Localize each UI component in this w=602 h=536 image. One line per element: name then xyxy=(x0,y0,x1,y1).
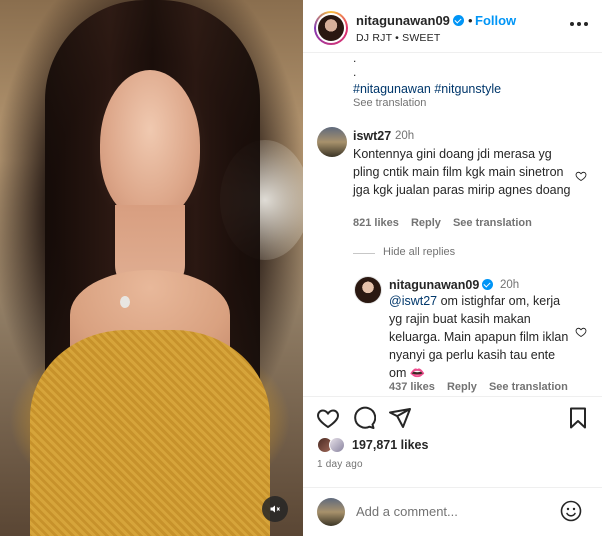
current-user-avatar xyxy=(317,498,345,526)
share-icon[interactable] xyxy=(388,406,412,430)
caption-see-translation[interactable]: See translation xyxy=(353,97,426,109)
comment-reply-button[interactable]: Reply xyxy=(411,217,441,229)
reply-see-translation[interactable]: See translation xyxy=(489,381,568,393)
hide-replies-button[interactable]: Hide all replies xyxy=(383,246,455,258)
comment-timestamp[interactable]: 20h xyxy=(395,130,414,142)
actions-divider xyxy=(303,396,602,397)
separator-dot: • xyxy=(468,13,473,28)
comment-like-heart-icon[interactable] xyxy=(575,170,587,182)
add-comment-input[interactable] xyxy=(356,501,546,521)
comment-like-count[interactable]: 821 likes xyxy=(353,217,399,229)
comment-text: Kontennya gini doang jdi merasa yg pling… xyxy=(353,147,571,197)
audio-track[interactable]: DJ RJT • SWEET xyxy=(356,32,440,44)
reply-username[interactable]: nitagunawan09 xyxy=(389,278,494,292)
comment-username[interactable]: iswt27 xyxy=(353,129,391,143)
post-video[interactable] xyxy=(0,0,303,536)
liker-avatar xyxy=(329,437,345,453)
verified-badge-icon xyxy=(452,15,464,26)
reply-author-avatar[interactable] xyxy=(354,276,382,304)
replies-divider xyxy=(353,253,375,254)
post-date[interactable]: 1 day ago xyxy=(317,459,363,470)
post-header: nitagunawan09 • Follow DJ RJT • SWEET xyxy=(303,0,602,52)
reply-text: @iswt27 om istighfar om, kerja yg rajin … xyxy=(389,294,569,380)
comment-see-translation[interactable]: See translation xyxy=(453,217,532,229)
comment-meta: 821 likes Reply See translation xyxy=(353,217,532,229)
reply-reply-button[interactable]: Reply xyxy=(447,381,477,393)
follow-button[interactable]: Follow xyxy=(475,13,516,28)
mute-button[interactable] xyxy=(262,496,288,522)
video-subject-face xyxy=(100,70,200,220)
smiley-icon[interactable] xyxy=(559,499,583,523)
muted-speaker-icon xyxy=(270,505,280,513)
commenter-avatar[interactable] xyxy=(317,127,347,157)
likes-count[interactable]: 197,871 likes xyxy=(352,438,428,452)
lips-emoji: 👄 xyxy=(409,366,426,380)
reply-mention-link[interactable]: @iswt27 xyxy=(389,294,437,308)
bookmark-icon[interactable] xyxy=(566,406,590,430)
reply-like-heart-icon[interactable] xyxy=(575,326,587,338)
verified-badge-icon xyxy=(482,279,494,290)
reply-timestamp[interactable]: 20h xyxy=(500,279,519,291)
author-username[interactable]: nitagunawan09 xyxy=(356,13,464,28)
caption-line: . xyxy=(353,51,357,65)
header-divider xyxy=(303,52,602,53)
necklace-pendant xyxy=(120,296,130,308)
add-comment-bar xyxy=(303,488,602,536)
caption-hashtags: #nitagunawan #nitgunstyle xyxy=(353,82,501,96)
reply-like-count[interactable]: 437 likes xyxy=(389,381,435,393)
comment-icon[interactable] xyxy=(352,406,376,430)
more-options-icon[interactable] xyxy=(570,18,594,30)
post-actions xyxy=(303,400,602,440)
reply-meta: 437 likes Reply See translation xyxy=(389,381,568,393)
author-avatar[interactable] xyxy=(314,11,348,45)
caption-line: . xyxy=(353,65,357,79)
video-subject-yellow-top xyxy=(30,330,270,536)
heart-icon[interactable] xyxy=(316,406,340,430)
hashtag-link[interactable]: #nitgunstyle xyxy=(434,82,501,96)
hashtag-link[interactable]: #nitagunawan xyxy=(353,82,431,96)
post-details-panel: nitagunawan09 • Follow DJ RJT • SWEET . … xyxy=(303,0,602,536)
